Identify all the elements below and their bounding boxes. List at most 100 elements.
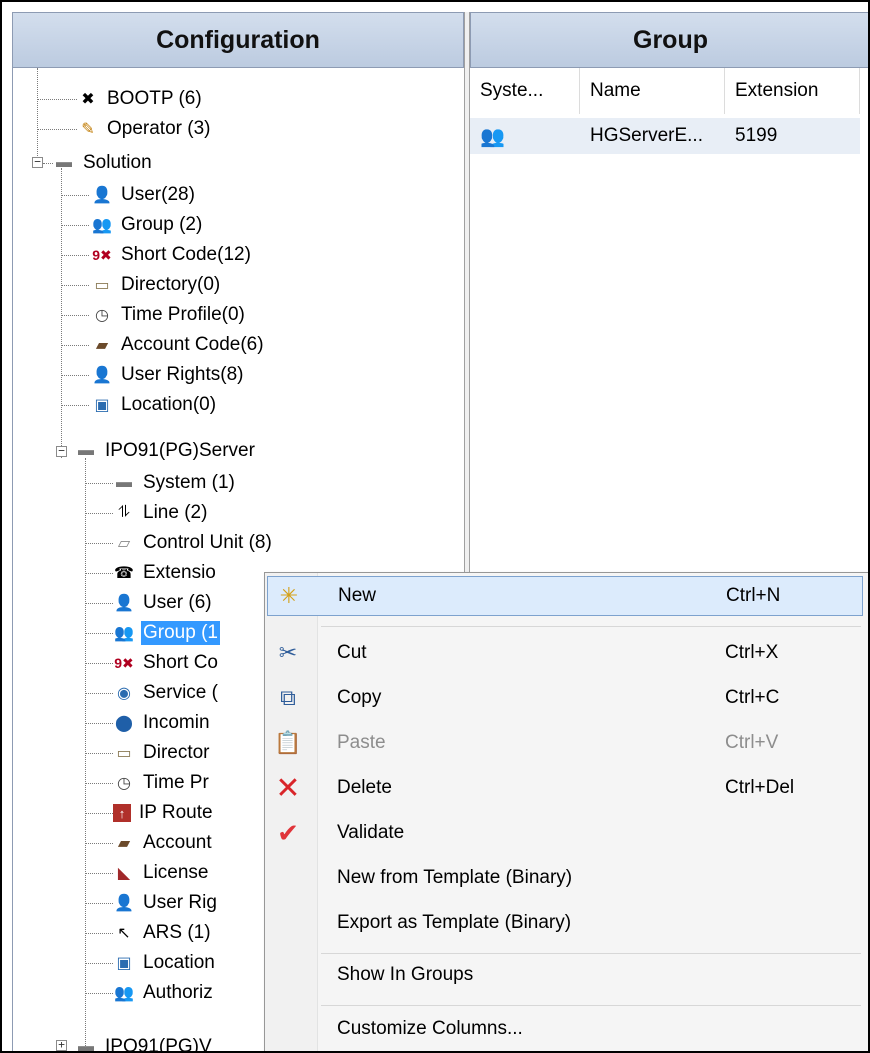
menu-item-new-from-template[interactable]: New from Template (Binary) [267,858,863,898]
server2-expand-toggle[interactable]: + [56,1039,67,1051]
tree-item-location[interactable]: ▣ Location [113,948,217,978]
tree-item-time-profile[interactable]: ◷ Time Profile(0) [91,300,247,330]
tree-item-location[interactable]: ▣ Location(0) [91,390,218,420]
tree-item-user-rights[interactable]: 👤 User Rig [113,888,219,918]
tree-item-control-unit[interactable]: ▱ Control Unit (8) [113,528,274,558]
bootp-icon: ✖ [81,91,95,108]
tree-item-bootp[interactable]: ✖ BOOTP (6) [77,84,204,114]
column-header-name[interactable]: Name [580,68,725,114]
tree-connector [85,783,113,784]
menu-label: Delete [337,777,392,798]
tree-item-group[interactable]: 👥 Group (2) [91,210,204,240]
tree-item-server[interactable]: ▬ IPO91(PG)Server [75,436,257,466]
tree-item-incoming[interactable]: ⬤ Incomin [113,708,212,738]
server-collapse-toggle[interactable]: − [56,445,67,457]
tree-item-authorization[interactable]: 👥 Authoriz [113,978,215,1008]
tree-connector [61,255,89,256]
user-icon: 👤 [114,595,134,612]
tree-item-server2[interactable]: ▬ IPO91(PG)V [75,1032,214,1051]
menu-separator [321,626,861,627]
tree-item-label: Account [143,832,212,853]
column-header-system[interactable]: Syste... [470,68,580,114]
solution-collapse-toggle[interactable]: − [32,156,43,168]
window-frame: Configuration Group − − ✖ BOOTP (6) ✎ Oper… [0,0,870,1053]
group-icon: 👥 [480,125,505,148]
tree-item-user-rights[interactable]: 👤 User Rights(8) [91,360,245,390]
tree-item-short-code[interactable]: 9✖ Short Co [113,648,220,678]
context-menu: ✳ New Ctrl+N ✂ Cut Ctrl+X ⧉ Copy Ctrl+C … [264,572,868,1051]
tree-item-label: Director [143,742,210,763]
menu-separator [321,1005,861,1006]
menu-shortcut: Ctrl+Del [725,777,795,798]
tree-item-label: Extensio [143,562,216,583]
tree-connector [85,873,113,874]
menu-item-export-as-template[interactable]: Export as Template (Binary) [267,903,863,943]
tree-connector [85,693,113,694]
tree-item-directory[interactable]: ▭ Directory(0) [91,270,222,300]
tree-item-user[interactable]: 👤 User(28) [91,180,197,210]
tree-item-label: User Rig [143,892,217,913]
tree-connector [61,285,89,286]
tree-item-line[interactable]: ⥮ Line (2) [113,498,209,528]
menu-item-copy[interactable]: ⧉ Copy Ctrl+C [267,678,863,718]
user-rights-icon: 👤 [114,895,134,912]
tree-item-account-code[interactable]: ▰ Account Code(6) [91,330,266,360]
menu-item-show-in-groups[interactable]: Show In Groups [267,955,863,995]
column-label: Syste... [480,80,544,101]
tree-item-group-selected[interactable]: 👥 Group (1 [113,618,220,648]
tree-item-service[interactable]: ◉ Service ( [113,678,220,708]
menu-item-validate[interactable]: ✔ Validate [267,813,863,853]
tree-item-label: Line (2) [143,502,208,523]
menu-label: Export as Template (Binary) [337,912,572,933]
account-code-icon: ▰ [95,337,109,354]
menu-item-delete[interactable]: ✕ Delete Ctrl+Del [267,768,863,808]
row-extension: 5199 [735,125,778,146]
tree-connector [85,933,113,934]
tree-item-label: Location [143,952,215,973]
tree-connector [85,843,113,844]
tree-item-system[interactable]: ▬ System (1) [113,468,237,498]
tree-item-operator[interactable]: ✎ Operator (3) [77,114,212,144]
tree-item-label: BOOTP (6) [107,88,202,109]
tree-connector [85,513,113,514]
tree-item-extension[interactable]: ☎ Extensio [113,558,218,588]
menu-shortcut: Ctrl+X [725,642,779,663]
menu-item-new[interactable]: ✳ New Ctrl+N [267,576,863,616]
tree-item-user[interactable]: 👤 User (6) [113,588,214,618]
solution-icon: ▬ [56,154,72,171]
line-icon: ⥮ [118,504,130,521]
menu-item-paste[interactable]: 📋 Paste Ctrl+V [267,723,863,763]
tree-connector [37,129,77,130]
tree-item-ip-route[interactable]: ↑ IP Route [113,798,215,828]
tree-item-label: Short Co [143,652,218,673]
column-label: Extension [735,80,819,101]
tree-connector [37,99,77,100]
column-header-extension[interactable]: Extension [725,68,860,114]
table-row[interactable]: 👥 HGServerE... 5199 [470,118,860,154]
tree-item-label: User (6) [143,592,212,613]
tree-guide [37,68,38,168]
tree-connector [85,723,113,724]
tree-guide [61,168,62,458]
tree-item-solution[interactable]: ▬ Solution [53,148,154,178]
menu-item-cut[interactable]: ✂ Cut Ctrl+X [267,633,863,673]
new-icon: ✳ [279,583,299,608]
tree-item-label: Location(0) [121,394,217,415]
menu-label: Show In Groups [337,964,474,985]
tree-item-short-code[interactable]: 9✖ Short Code(12) [91,240,253,270]
tree-item-license[interactable]: ◣ License [113,858,211,888]
tree-item-label: Account Code(6) [121,334,264,355]
tree-connector [61,345,89,346]
tree-item-label: User(28) [121,184,195,205]
tree-item-time-profile[interactable]: ◷ Time Pr [113,768,211,798]
tree-item-ars[interactable]: ↖ ARS (1) [113,918,213,948]
tree-item-label: IPO91(PG)Server [105,440,255,461]
tree-connector [61,315,89,316]
menu-label: Cut [337,642,367,663]
tree-item-account-code[interactable]: ▰ Account [113,828,214,858]
tree-connector [85,603,113,604]
menu-item-customize-columns[interactable]: Customize Columns... [267,1009,863,1049]
control-unit-icon: ▱ [117,535,131,552]
tree-item-directory[interactable]: ▭ Director [113,738,212,768]
tree-item-label: IP Route [139,802,213,823]
